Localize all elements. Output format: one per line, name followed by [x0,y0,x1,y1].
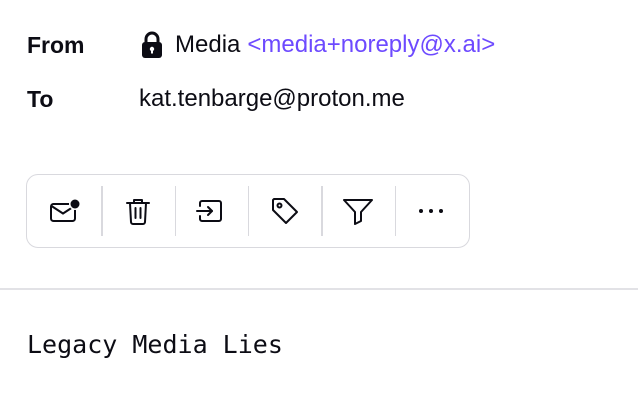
lock-icon [139,31,165,59]
sender[interactable]: Media <media+noreply@x.ai> [139,31,495,59]
filter-button[interactable] [321,175,394,247]
header-divider [0,288,638,290]
trash-button[interactable] [101,175,174,247]
more-button[interactable] [394,175,468,247]
recipient-email[interactable]: kat.tenbarge@proton.me [139,85,405,113]
trash-icon [124,196,152,226]
message-toolbar [26,174,470,248]
mark-unread-button[interactable] [28,175,101,247]
to-label: To [27,85,54,112]
move-to-button[interactable] [174,175,248,247]
filter-icon [342,197,374,225]
mark-unread-icon [49,197,81,225]
tag-icon [270,196,300,226]
sender-email[interactable]: <media+noreply@x.ai> [247,31,495,59]
sender-name: Media [175,31,241,58]
email-view: From Media <media+noreply@x.ai> To kat.t… [0,0,638,400]
to-row: To kat.tenbarge@proton.me [27,84,405,114]
label-button[interactable] [247,175,321,247]
move-to-folder-icon [195,197,227,225]
from-row: From Media <media+noreply@x.ai> [27,30,495,60]
message-body: Legacy Media Lies [27,330,283,359]
from-label: From [27,31,85,58]
more-icon [417,207,445,215]
